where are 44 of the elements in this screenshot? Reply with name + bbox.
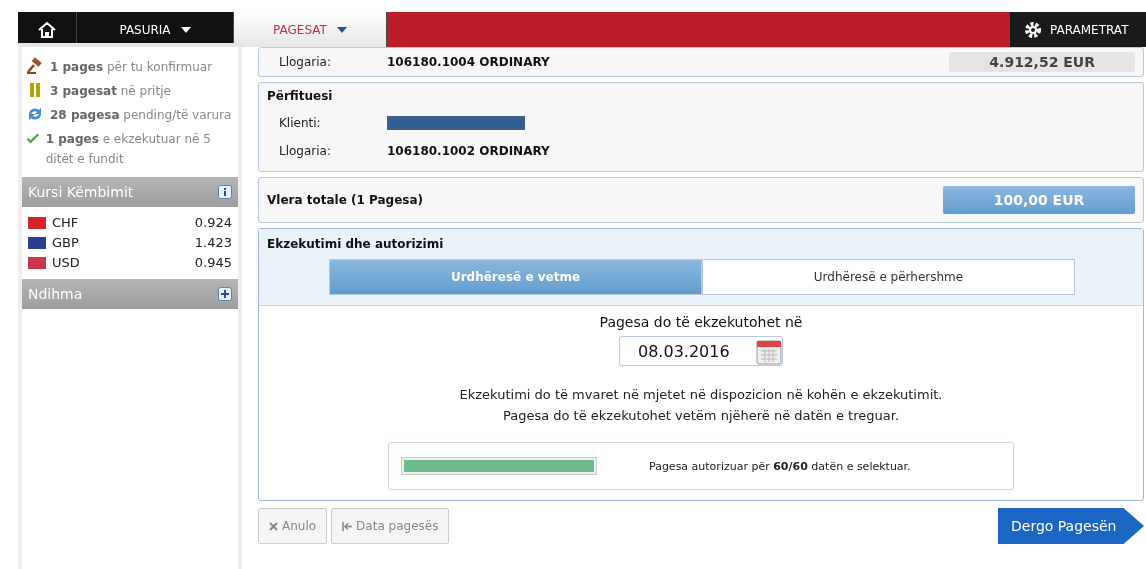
calendar-icon[interactable]: [756, 337, 782, 365]
field-label: Llogaria:: [278, 144, 332, 158]
balance-amount: 4.912,52 EUR: [949, 52, 1135, 72]
submit-button[interactable]: Dergo Pagesën: [998, 508, 1144, 544]
card-title: Ekzekutimi dhe autorizimi: [267, 237, 445, 251]
summary-text: 28 pagesa pending/të varura: [50, 107, 232, 124]
currency-code: GBP: [52, 234, 79, 252]
back-button[interactable]: Data pagesës: [331, 508, 450, 544]
info-text: Ekzekutimi do të mvaret në mjetet në dispozicion në kohën e ekzekutimit.: [459, 386, 943, 404]
back-arrow-icon: [342, 521, 353, 531]
settings-icon: [1024, 20, 1042, 39]
authorization-text: Pagesa autorizuar për 60/60 datën e selektuar.: [649, 459, 911, 473]
info-icon[interactable]: [218, 185, 232, 199]
card-title: Përfituesi: [267, 89, 334, 103]
currency-code: CHF: [52, 214, 79, 232]
cancel-button[interactable]: Anulo: [258, 508, 328, 544]
plus-icon[interactable]: [218, 287, 232, 301]
account-value: 106180.1004 ORDINARY: [387, 55, 550, 69]
caret-icon: [336, 26, 347, 33]
section-title: Ndihma: [28, 286, 83, 302]
card-title: Vlera totale (1 Pagesa): [267, 193, 423, 207]
close-icon: [269, 521, 278, 531]
refresh-icon: [26, 105, 44, 123]
account-value: 106180.1002 ORDINARY: [387, 144, 550, 158]
rate-value: 0.945: [194, 254, 232, 272]
info-text: Pagesa do të ekzekutohet vetëm njëherë në datën e treguar.: [501, 407, 901, 425]
date-label: Pagesa do të ekzekutohet në: [599, 314, 803, 330]
nav-tab[interactable]: PAGESAT: [234, 12, 387, 47]
gavel-icon: [26, 57, 44, 75]
settings-menu[interactable]: PARAMETRAT: [1010, 12, 1146, 47]
rate-value: 1.423: [194, 234, 232, 252]
summary-text: 1 pages e ekzekutuar në 5 ditët e fundit: [45, 131, 212, 168]
total-amount: 100,00 EUR: [943, 186, 1135, 214]
currency-code: USD: [52, 254, 80, 272]
order-type-tab[interactable]: Urdhëresë e përhershme: [702, 259, 1075, 295]
section-title: Kursi Këmbimit: [28, 184, 134, 200]
date-field[interactable]: 08.03.2016: [619, 336, 783, 366]
caret-icon: [180, 26, 191, 33]
field-label: Llogaria:: [278, 55, 332, 69]
rate-value: 0.924: [194, 214, 232, 232]
summary-text: 3 pagesat në pritje: [50, 83, 171, 100]
summary-text: 1 pages për tu konfirmuar: [50, 59, 213, 76]
field-label: Klienti:: [278, 116, 322, 130]
home-icon: [38, 20, 56, 39]
